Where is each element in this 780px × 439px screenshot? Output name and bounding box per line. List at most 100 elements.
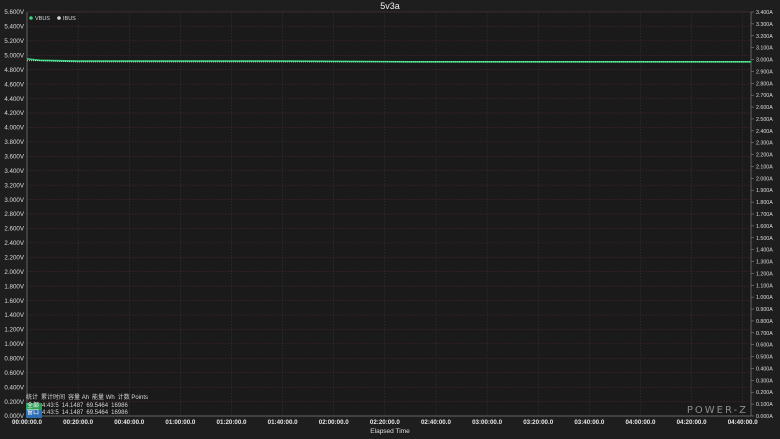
stats-row-ah: 14.1487 <box>61 410 84 416</box>
y-tick-label-left: 4.200V <box>4 110 24 117</box>
y-tick-label-right: 0.700A <box>756 331 773 337</box>
chart-svg: 0.000V0.200V0.400V0.600V0.800V1.000V1.20… <box>4 1 773 435</box>
stats-header-ah: 容量 Ah <box>68 395 90 401</box>
y-tick-label-right: 0.600A <box>756 343 773 349</box>
stats-row-wh: 69.5464 <box>86 402 109 409</box>
y-tick-label-right: 2.900A <box>756 69 773 75</box>
legend-label-vbus: VBUS <box>35 16 50 22</box>
x-tick-label: 00:40:00.0 <box>114 419 144 426</box>
y-tick-label-right: 1.100A <box>756 283 773 289</box>
y-tick-label-right: 2.400A <box>756 129 773 135</box>
y-tick-label-right: 1.000A <box>756 295 773 301</box>
y-tick-label-left: 2.800V <box>4 211 24 218</box>
y-tick-label-right: 1.500A <box>756 236 773 242</box>
stats-row-points: 16986 <box>111 402 128 409</box>
stats-header-points: 计数 Points <box>117 395 149 401</box>
y-tick-label-left: 3.800V <box>4 139 24 146</box>
x-tick-label: 01:20:00.0 <box>217 419 247 426</box>
y-tick-label-right: 0.100A <box>756 402 773 408</box>
y-tick-label-right: 0.400A <box>756 366 773 372</box>
y-tick-label-right: 2.800A <box>756 81 773 87</box>
y-tick-label-right: 0.500A <box>756 355 773 361</box>
y-tick-label-right: 0.800A <box>756 319 773 325</box>
legend-marker-ibus <box>57 16 61 20</box>
y-tick-label-right: 3.300A <box>756 22 773 28</box>
y-tick-label-right: 0.000A <box>756 414 773 420</box>
legend-label-ibus: IBUS <box>63 16 76 22</box>
x-axis-label: Elapsed Time <box>370 428 410 435</box>
y-tick-label-right: 2.300A <box>756 141 773 147</box>
x-tick-label: 03:20:00.0 <box>523 419 553 426</box>
x-tick-label: 01:00:00.0 <box>165 419 195 426</box>
legend-marker-vbus <box>29 16 33 20</box>
stats-row-wh: 69.5464 <box>86 410 109 416</box>
y-tick-label-left: 2.200V <box>4 254 24 261</box>
stats-row-points: 16986 <box>111 410 128 416</box>
y-tick-label-left: 5.600V <box>4 9 24 16</box>
y-tick-label-right: 3.200A <box>756 34 773 40</box>
y-tick-label-left: 2.000V <box>4 269 24 276</box>
chart-root: 0.000V 0.200V 0.400V 0.600V 0.800V 1.000V 1.20… <box>0 0 780 439</box>
y-tick-label-right: 2.700A <box>756 93 773 99</box>
y-tick-label-left: 3.000V <box>4 197 24 204</box>
y-tick-label-left: 1.000V <box>4 341 24 348</box>
y-tick-label-left: 4.400V <box>4 96 24 103</box>
y-tick-label-right: 1.600A <box>756 224 773 230</box>
y-tick-label-left: 2.400V <box>4 240 24 247</box>
x-tick-label: 03:00:00.0 <box>472 419 502 426</box>
stats-row-time: 4:43:5 <box>42 410 59 416</box>
y-tick-label-right: 1.400A <box>756 248 773 254</box>
y-tick-label-left: 0.400V <box>4 384 24 391</box>
y-tick-label-right: 1.300A <box>756 260 773 266</box>
stats-header-row: 统计 累计时间 容量 Ah 能量 Wh 计数 Points <box>26 395 151 403</box>
y-tick-label-right: 1.800A <box>756 200 773 206</box>
y-tick-label-left: 1.200V <box>4 327 24 334</box>
y-tick-label-left: 5.200V <box>4 38 24 45</box>
y-tick-label-right: 1.200A <box>756 271 773 277</box>
y-tick-label-left: 0.600V <box>4 370 24 377</box>
y-tick-label-right: 1.900A <box>756 188 773 194</box>
y-tick-label-left: 1.800V <box>4 283 24 290</box>
y-tick-label-left: 5.400V <box>4 24 24 31</box>
stats-row-label: 窗口 <box>26 410 43 418</box>
chart-title: 5v3a <box>380 1 400 11</box>
y-tick-label-right: 2.000A <box>756 176 773 182</box>
y-tick-label-right: 2.600A <box>756 105 773 111</box>
stats-header-wh: 能量 Wh <box>92 395 115 401</box>
y-tick-label-right: 2.200A <box>756 153 773 159</box>
x-tick-label: 02:40:00.0 <box>421 419 451 426</box>
y-tick-label-left: 4.800V <box>4 67 24 74</box>
y-tick-label-left: 4.000V <box>4 125 24 132</box>
power-z-logo: POWER-Z <box>686 405 748 416</box>
y-tick-label-right: 0.200A <box>756 390 773 396</box>
y-tick-label-right: 0.300A <box>756 378 773 384</box>
y-tick-label-left: 3.600V <box>4 153 24 160</box>
stats-row-window: 窗口 4:43:5 14.1487 69.5464 16986 <box>26 410 151 418</box>
stats-row-label: 全部 <box>26 402 43 410</box>
stats-header-label: 统计 <box>26 395 39 401</box>
y-tick-label-left: 3.400V <box>4 168 24 175</box>
x-tick-label: 01:40:00.0 <box>268 419 298 426</box>
stats-row-ah: 14.1487 <box>61 402 84 409</box>
y-tick-label-left: 1.400V <box>4 312 24 319</box>
y-tick-label-left: 0.800V <box>4 355 24 362</box>
y-tick-label-left: 4.600V <box>4 81 24 88</box>
y-tick-label-right: 2.500A <box>756 117 773 123</box>
y-tick-label-right: 3.100A <box>756 46 773 52</box>
x-tick-label: 04:40:00.0 <box>728 419 758 426</box>
x-tick-label: 00:20:00.0 <box>63 419 93 426</box>
y-tick-label-left: 1.600V <box>4 298 24 305</box>
x-tick-label: 02:00:00.0 <box>319 419 349 426</box>
y-tick-label-left: 3.200V <box>4 182 24 189</box>
x-tick-label: 04:00:00.0 <box>625 419 655 426</box>
x-tick-label: 02:20:00.0 <box>370 419 400 426</box>
x-tick-label: 00:00:00.0 <box>12 419 42 426</box>
stats-row-time: 4:43:5 <box>42 402 59 409</box>
y-tick-label-left: 2.600V <box>4 226 24 233</box>
y-tick-label-right: 3.000A <box>756 58 773 64</box>
stats-table: 统计 累计时间 容量 Ah 能量 Wh 计数 Points 全部 4:43:5 … <box>26 395 151 418</box>
y-tick-label-right: 1.700A <box>756 212 773 218</box>
x-tick-label: 04:20:00.0 <box>677 419 707 426</box>
y-tick-label-right: 0.900A <box>756 307 773 313</box>
stats-header-time: 累计时间 <box>41 395 66 401</box>
